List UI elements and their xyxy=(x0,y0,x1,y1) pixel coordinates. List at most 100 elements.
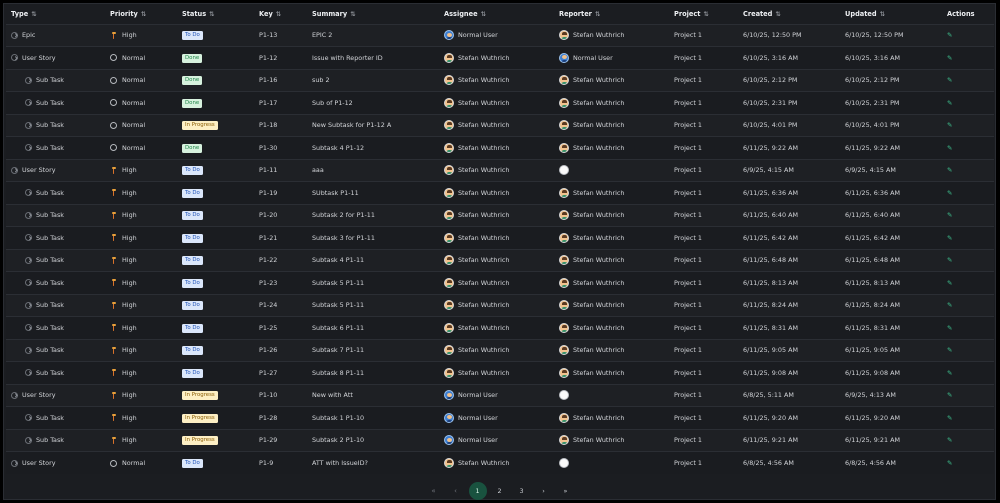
table-row[interactable]: Sub Task High In Progress P1-29 Subtask 2 P1… xyxy=(6,428,994,452)
column-header-status[interactable]: Status ⇅ xyxy=(177,4,254,24)
chevron-icon[interactable] xyxy=(25,256,32,264)
sort-icon[interactable]: ⇅ xyxy=(276,10,281,18)
edit-icon[interactable]: ✎ xyxy=(947,324,952,332)
chevron-icon[interactable] xyxy=(11,391,18,399)
next-page-button[interactable]: › xyxy=(535,482,553,500)
chevron-icon[interactable] xyxy=(25,279,32,287)
sort-icon[interactable]: ⇅ xyxy=(880,10,885,18)
page-button-2[interactable]: 2 xyxy=(491,482,509,500)
last-page-button[interactable]: » xyxy=(557,482,575,500)
updated-cell: 6/11/25, 6:42 AM xyxy=(840,226,942,249)
edit-icon[interactable]: ✎ xyxy=(947,121,952,129)
column-header-key[interactable]: Key ⇅ xyxy=(254,4,307,24)
chevron-icon[interactable] xyxy=(25,436,32,444)
table-row[interactable]: User Story Normal To Do P1-9 ATT with IssueI… xyxy=(6,451,994,474)
table-row[interactable]: Sub Task High To Do P1-26 Subtask 7 P1-11 Ste… xyxy=(6,338,994,362)
table-row[interactable]: Sub Task High To Do P1-20 Subtask 2 for P1-1… xyxy=(6,203,994,227)
summary-cell: New Subtask for P1-12 A xyxy=(307,113,439,137)
edit-icon[interactable]: ✎ xyxy=(947,391,952,399)
edit-icon[interactable]: ✎ xyxy=(947,166,952,174)
table-row[interactable]: User Story High To Do P1-11 aaa Stefan Wuthri… xyxy=(6,158,994,182)
table-row[interactable]: Sub Task Normal Done P1-16 sub 2 Stefan Wuthr… xyxy=(6,68,994,92)
table-row[interactable]: User Story Normal Done P1-12 Issue with Repo… xyxy=(6,46,994,69)
chevron-icon[interactable] xyxy=(11,166,18,174)
column-header-priority[interactable]: Priority ⇅ xyxy=(105,4,177,24)
edit-icon[interactable]: ✎ xyxy=(947,301,952,309)
chevron-icon[interactable] xyxy=(25,99,32,107)
page-button-3[interactable]: 3 xyxy=(513,482,531,500)
column-header-reporter[interactable]: Reporter ⇅ xyxy=(554,4,669,24)
edit-icon[interactable]: ✎ xyxy=(947,459,952,467)
chevron-icon[interactable] xyxy=(11,54,18,62)
table-row[interactable]: User Story High In Progress P1-10 New with A… xyxy=(6,383,994,407)
edit-icon[interactable]: ✎ xyxy=(947,256,952,264)
edit-icon[interactable]: ✎ xyxy=(947,414,952,422)
column-header-summary[interactable]: Summary ⇅ xyxy=(307,4,439,24)
sort-icon[interactable]: ⇅ xyxy=(31,10,36,18)
column-header-project[interactable]: Project ⇅ xyxy=(669,4,738,24)
table-row[interactable]: Sub Task High In Progress P1-28 Subtask 1 P1… xyxy=(6,406,994,429)
edit-icon[interactable]: ✎ xyxy=(947,234,952,242)
table-row[interactable]: Sub Task High To Do P1-27 Subtask 8 P1-11 Ste… xyxy=(6,361,994,384)
reporter-cell: Stefan Wuthrich xyxy=(554,406,669,429)
table-row[interactable]: Sub Task High To Do P1-23 Subtask 5 P1-11 Ste… xyxy=(6,271,994,294)
table-row[interactable]: Sub Task High To Do P1-25 Subtask 6 P1-11 Ste… xyxy=(6,316,994,339)
edit-icon[interactable]: ✎ xyxy=(947,279,952,287)
edit-icon[interactable]: ✎ xyxy=(947,99,952,107)
status-badge: To Do xyxy=(182,301,203,311)
chevron-icon[interactable] xyxy=(25,414,32,422)
first-page-button[interactable]: « xyxy=(425,482,443,500)
chevron-icon[interactable] xyxy=(25,234,32,242)
sort-icon[interactable]: ⇅ xyxy=(481,10,486,18)
chevron-icon[interactable] xyxy=(25,324,32,332)
chevron-icon[interactable] xyxy=(25,346,32,354)
table-row[interactable]: Sub Task High To Do P1-22 Subtask 4 P1-11 Ste… xyxy=(6,248,994,272)
edit-icon[interactable]: ✎ xyxy=(947,31,952,39)
column-header-type[interactable]: Type ⇅ xyxy=(6,4,105,24)
table-row[interactable]: Sub Task High To Do P1-19 SUbtask P1-11 Stefa… xyxy=(6,181,994,204)
table-row[interactable]: Sub Task Normal Done P1-30 Subtask 4 P1-12 St… xyxy=(6,136,994,159)
chevron-icon[interactable] xyxy=(25,369,32,377)
chevron-icon[interactable] xyxy=(25,301,32,309)
column-header-updated[interactable]: Updated ⇅ xyxy=(840,4,942,24)
table-row[interactable]: Sub Task Normal Done P1-17 Sub of P1-12 Stefa… xyxy=(6,91,994,114)
chevron-icon[interactable] xyxy=(25,211,32,219)
created-date: 6/11/25, 6:36 AM xyxy=(743,188,798,197)
sort-icon[interactable]: ⇅ xyxy=(775,10,780,18)
edit-icon[interactable]: ✎ xyxy=(947,76,952,84)
edit-icon[interactable]: ✎ xyxy=(947,144,952,152)
edit-icon[interactable]: ✎ xyxy=(947,369,952,377)
project-name: Project 1 xyxy=(674,31,702,40)
chevron-icon[interactable] xyxy=(11,31,18,39)
status-badge: To Do xyxy=(182,346,203,356)
created-date: 6/8/25, 5:11 AM xyxy=(743,391,794,400)
page-button-1[interactable]: 1 xyxy=(468,482,487,500)
sort-icon[interactable]: ⇅ xyxy=(141,10,146,18)
edit-icon[interactable]: ✎ xyxy=(947,189,952,197)
edit-icon[interactable]: ✎ xyxy=(947,346,952,354)
chevron-icon[interactable] xyxy=(25,144,32,152)
sort-icon[interactable]: ⇅ xyxy=(703,10,708,18)
chevron-icon[interactable] xyxy=(25,121,32,129)
issue-summary: New Subtask for P1-12 A xyxy=(312,121,392,130)
table-row[interactable]: Epic High To Do P1-13 EPIC 2 Normal User Stefa… xyxy=(6,23,994,47)
edit-icon[interactable]: ✎ xyxy=(947,436,952,444)
key-cell: P1-21 xyxy=(254,226,307,249)
table-row[interactable]: Sub Task Normal In Progress P1-18 New Subtas… xyxy=(6,113,994,137)
chevron-icon[interactable] xyxy=(25,76,32,84)
chevron-icon[interactable] xyxy=(11,459,18,467)
edit-icon[interactable]: ✎ xyxy=(947,211,952,219)
avatar xyxy=(444,255,454,266)
column-header-assignee[interactable]: Assignee ⇅ xyxy=(439,4,554,24)
previous-page-button[interactable]: ‹ xyxy=(447,482,465,500)
sort-icon[interactable]: ⇅ xyxy=(350,10,355,18)
sort-icon[interactable]: ⇅ xyxy=(595,10,600,18)
edit-icon[interactable]: ✎ xyxy=(947,54,952,62)
table-row[interactable]: Sub Task High To Do P1-24 Subtask 5 P1-11 Ste… xyxy=(6,293,994,317)
table-row[interactable]: Sub Task High To Do P1-21 Subtask 3 for P1-1… xyxy=(6,226,994,249)
sort-icon[interactable]: ⇅ xyxy=(209,10,214,18)
assignee-name: Stefan Wuthrich xyxy=(458,76,510,85)
chevron-icon[interactable] xyxy=(25,189,32,197)
column-header-created[interactable]: Created ⇅ xyxy=(738,4,840,24)
reporter-cell: Normal User xyxy=(554,46,669,69)
